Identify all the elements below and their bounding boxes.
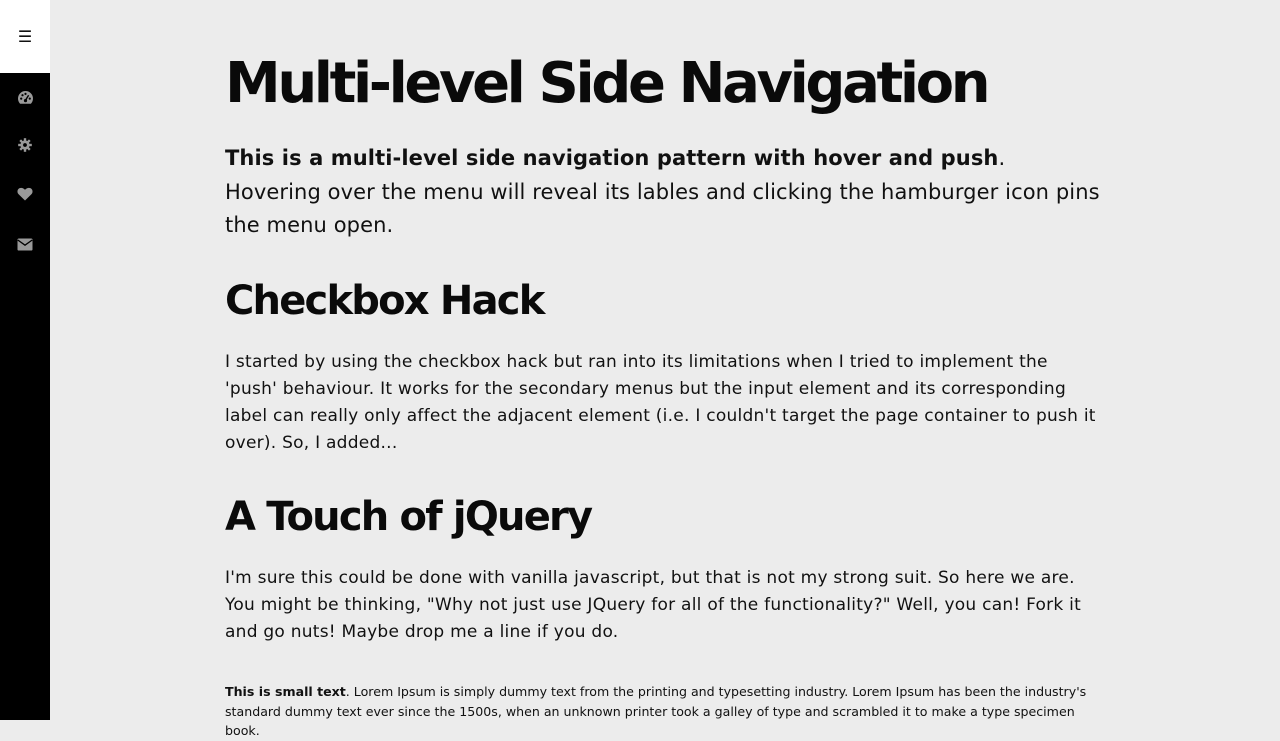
sidebar-item-favorites[interactable] — [0, 174, 50, 214]
lead-paragraph: This is a multi-level side navigation pa… — [225, 142, 1105, 243]
hamburger-menu-button[interactable]: ☰ — [0, 0, 50, 73]
hamburger-icon: ☰ — [17, 27, 33, 46]
section-heading-checkbox-hack: Checkbox Hack — [225, 278, 545, 324]
heart-icon — [17, 187, 33, 201]
sidebar-item-settings[interactable] — [0, 125, 50, 165]
side-navigation: ☰ — [0, 0, 50, 720]
section-paragraph-checkbox-hack: I started by using the checkbox hack but… — [225, 352, 1096, 453]
small-bold-text: This is small text — [225, 684, 346, 699]
small-text: . Lorem Ipsum is simply dummy text from … — [225, 684, 1087, 738]
lead-bold-text: This is a multi-level side navigation pa… — [225, 146, 999, 170]
dashboard-icon — [17, 90, 33, 104]
section-paragraph-jquery: I'm sure this could be done with vanilla… — [225, 568, 1082, 642]
page-title: Multi-level Side Navigation — [225, 51, 991, 116]
sidebar-item-messages[interactable] — [0, 224, 50, 264]
small-text-paragraph: This is small text. Lorem Ipsum is simpl… — [225, 682, 1105, 741]
gear-icon — [18, 138, 32, 152]
envelope-icon — [17, 238, 33, 250]
section-heading-jquery: A Touch of jQuery — [225, 494, 593, 540]
sidebar-item-dashboard[interactable] — [0, 77, 50, 117]
